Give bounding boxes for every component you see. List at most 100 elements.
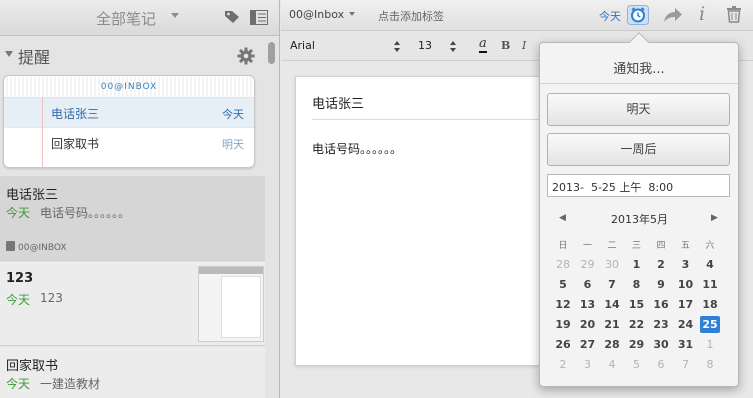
calendar-day[interactable]: 7 — [676, 356, 696, 373]
calendar-day[interactable]: 17 — [676, 296, 696, 313]
text-color-button[interactable]: a — [479, 37, 487, 53]
gear-icon[interactable] — [237, 47, 255, 65]
calendar-day[interactable]: 24 — [676, 316, 696, 333]
calendar-day[interactable]: 28 — [553, 256, 573, 273]
alarm-clock-icon[interactable] — [627, 5, 649, 25]
calendar-day[interactable]: 20 — [578, 316, 598, 333]
calendar-day[interactable]: 7 — [602, 276, 622, 293]
font-select-arrows-icon[interactable] — [394, 41, 400, 53]
bold-button[interactable]: B — [501, 39, 510, 52]
note-notebook-select[interactable]: 00@Inbox — [289, 8, 356, 21]
calendar-day[interactable]: 30 — [602, 256, 622, 273]
note-list-item[interactable]: 回家取书 今天 一建造教材 — [0, 347, 265, 398]
calendar-day[interactable]: 14 — [602, 296, 622, 313]
calendar-day[interactable]: 26 — [553, 336, 573, 353]
calendar-day[interactable]: 2 — [553, 356, 573, 373]
reminders-header: 提醒 — [0, 40, 265, 70]
note-notebook-name: 00@Inbox — [289, 8, 345, 21]
calendar-day[interactable]: 12 — [553, 296, 573, 313]
note-list-scrollbar[interactable] — [267, 40, 276, 398]
calendar-day[interactable]: 1 — [700, 336, 720, 353]
calendar-day[interactable]: 19 — [553, 316, 573, 333]
tag-icon[interactable] — [224, 10, 240, 24]
reminder-item-name: 电话张三 — [51, 107, 100, 121]
calendar-day[interactable]: 29 — [578, 256, 598, 273]
calendar-weekday: 六 — [705, 241, 715, 251]
note-item-snippet: 一建造教材 — [40, 377, 101, 391]
scrollbar-thumb[interactable] — [268, 42, 275, 64]
calendar-month-label: 2013年5月 — [611, 213, 668, 226]
note-title-field[interactable]: 电话张三 — [312, 93, 364, 112]
info-icon[interactable]: i — [699, 3, 705, 25]
list-view-icon[interactable] — [250, 10, 268, 25]
calendar-grid: 28 29 30 1 2 3 4 5 6 7 8 9 10 11 12 13 14 15 16 17 18 19 20 21 2… — [553, 256, 726, 376]
chevron-down-icon[interactable] — [171, 13, 179, 18]
calendar-day[interactable]: 10 — [676, 276, 696, 293]
calendar-day[interactable]: 5 — [553, 276, 573, 293]
calendar-day[interactable]: 29 — [627, 336, 647, 353]
note-item-date: 今天 — [6, 206, 31, 220]
calendar-weekday: 四 — [656, 241, 666, 251]
card-margin-line — [42, 98, 43, 167]
calendar-day[interactable]: 13 — [578, 296, 598, 313]
sidebar: 全部笔记 提醒 00@INBOX 电话张三 今天 回家取书 明天 电话张三 今天… — [0, 0, 280, 398]
remind-next-week-button[interactable]: 一周后 — [547, 133, 730, 166]
remind-tomorrow-button[interactable]: 明天 — [547, 93, 730, 126]
note-list-item[interactable]: 123 今天 123 — [0, 262, 265, 346]
add-tag-field[interactable]: 点击添加标签 — [378, 8, 444, 24]
note-item-date: 今天 — [6, 377, 31, 391]
calendar-day[interactable]: 3 — [578, 356, 598, 373]
popover-title: 通知我... — [613, 62, 665, 77]
calendar-day[interactable]: 8 — [627, 276, 647, 293]
calendar: ◀ 2013年5月 ▶ 日一二三四五六 28 29 30 1 2 3 4 5 6 7 8 9 10 11 1… — [547, 205, 732, 380]
trash-icon[interactable] — [726, 5, 742, 23]
calendar-weekday: 日 — [558, 241, 568, 251]
calendar-day[interactable]: 31 — [676, 336, 696, 353]
calendar-day[interactable]: 28 — [602, 336, 622, 353]
italic-button[interactable]: I — [522, 39, 526, 52]
size-select-arrows-icon[interactable] — [450, 41, 456, 53]
sidebar-toolbar: 全部笔记 — [0, 0, 279, 36]
calendar-day[interactable]: 25 — [700, 316, 720, 333]
calendar-day[interactable]: 1 — [627, 256, 647, 273]
calendar-day[interactable]: 30 — [651, 336, 671, 353]
calendar-day[interactable]: 11 — [700, 276, 720, 293]
calendar-day[interactable]: 8 — [700, 356, 720, 373]
font-family-select[interactable]: Arial — [290, 39, 315, 52]
reminder-item-date: 明天 — [222, 138, 244, 151]
reminder-date-link[interactable]: 今天 — [599, 8, 621, 24]
reminder-card: 00@INBOX 电话张三 今天 回家取书 明天 — [3, 75, 255, 168]
disclosure-triangle-icon[interactable] — [5, 51, 13, 57]
next-month-icon[interactable]: ▶ — [711, 213, 718, 223]
calendar-day[interactable]: 16 — [651, 296, 671, 313]
calendar-day[interactable]: 5 — [627, 356, 647, 373]
note-item-snippet: 123 — [40, 291, 63, 305]
calendar-day[interactable]: 3 — [676, 256, 696, 273]
share-arrow-icon[interactable] — [662, 6, 684, 24]
calendar-day[interactable]: 6 — [578, 276, 598, 293]
calendar-day[interactable]: 9 — [651, 276, 671, 293]
calendar-day[interactable]: 27 — [578, 336, 598, 353]
calendar-day[interactable]: 15 — [627, 296, 647, 313]
calendar-day[interactable]: 6 — [651, 356, 671, 373]
note-item-date: 今天 — [6, 293, 31, 307]
reminder-card-notebook: 00@INBOX — [4, 76, 254, 98]
calendar-day[interactable]: 4 — [700, 256, 720, 273]
calendar-weekday: 五 — [680, 241, 690, 251]
calendar-day[interactable]: 2 — [651, 256, 671, 273]
note-body[interactable]: 电话号码。。。。。。 — [312, 140, 402, 157]
notebook-selector[interactable]: 全部笔记 — [96, 8, 156, 29]
calendar-weekday: 一 — [582, 241, 592, 251]
title-divider — [312, 119, 548, 120]
note-list: 电话张三 今天 电话号码。。。。。。 00@INBOX 123 今天 123 回… — [0, 176, 265, 398]
calendar-day[interactable]: 21 — [602, 316, 622, 333]
note-header-bar: 00@Inbox 点击添加标签 今天 i — [281, 0, 753, 31]
calendar-day[interactable]: 22 — [627, 316, 647, 333]
font-size-select[interactable]: 13 — [418, 39, 432, 52]
calendar-day[interactable]: 4 — [602, 356, 622, 373]
reminder-item-name: 回家取书 — [51, 137, 100, 151]
datetime-field[interactable]: 2013- 5-25 上午 8:00 — [547, 174, 730, 197]
calendar-day[interactable]: 18 — [700, 296, 720, 313]
calendar-day[interactable]: 23 — [651, 316, 671, 333]
note-list-item[interactable]: 电话张三 今天 电话号码。。。。。。 00@INBOX — [0, 176, 265, 261]
